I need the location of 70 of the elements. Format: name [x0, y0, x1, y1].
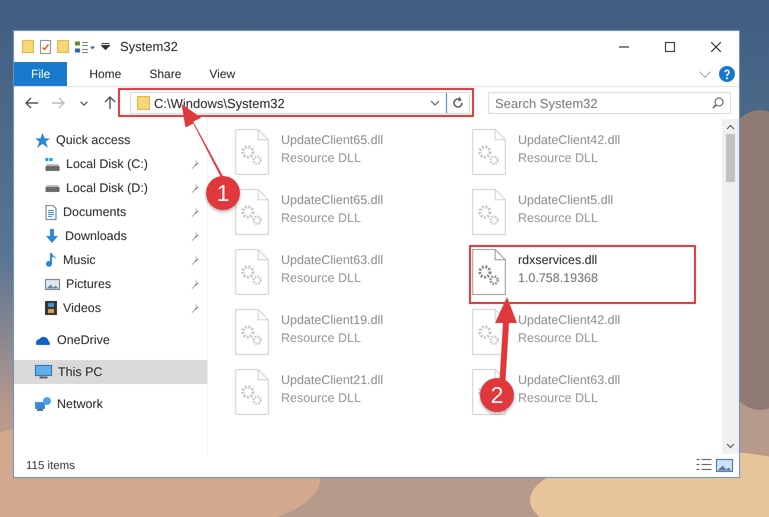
file-gears-icon: [472, 189, 506, 235]
sidebar-item[interactable]: Quick access: [14, 128, 207, 152]
sidebar-item[interactable]: Network: [14, 392, 207, 416]
sidebar-item[interactable]: This PC: [14, 360, 207, 384]
back-arrow-icon: [25, 97, 39, 109]
sidebar-item[interactable]: Local Disk (C:): [14, 152, 207, 176]
sidebar-item[interactable]: Pictures: [14, 272, 207, 296]
sidebar-item[interactable]: Music: [14, 248, 207, 272]
file-detail: Resource DLL: [518, 391, 599, 405]
scroll-up-icon[interactable]: [726, 124, 735, 130]
folder-icon: [137, 96, 150, 110]
computer-icon: [35, 365, 52, 379]
file-detail: Resource DLL: [281, 391, 362, 405]
drive-icon: [45, 158, 60, 170]
file-detail: Resource DLL: [518, 151, 599, 165]
item-count: 115 items: [26, 460, 76, 472]
file-gears-icon: [235, 249, 269, 295]
up-arrow-icon: [104, 96, 116, 110]
maximize-icon: [665, 42, 675, 52]
ribbon-tab[interactable]: View: [195, 62, 250, 86]
download-icon: [45, 229, 59, 243]
ribbon-tab[interactable]: Share: [135, 62, 196, 86]
customize-toolbar-icon[interactable]: [101, 43, 110, 50]
search-icon: [712, 97, 724, 109]
file-gears-icon: [235, 309, 269, 355]
details-view-icon[interactable]: [696, 459, 712, 470]
document-icon: [45, 204, 57, 220]
file-gears-icon: [235, 189, 269, 235]
file-detail: Resource DLL: [518, 331, 599, 345]
pictures-icon: [45, 278, 60, 290]
properties-icon[interactable]: [40, 40, 51, 54]
file-gears-icon: [472, 249, 506, 295]
file-name[interactable]: rdxservices.dll: [518, 253, 598, 267]
file-gears-icon: [235, 369, 269, 415]
ribbon-tab[interactable]: Home: [75, 62, 136, 86]
minimize-icon: [619, 46, 629, 48]
file-tab[interactable]: File: [14, 62, 68, 86]
large-icons-view-icon[interactable]: [716, 459, 733, 472]
close-icon: [711, 42, 721, 52]
view-menu-icon[interactable]: [75, 40, 95, 52]
star-icon: [35, 132, 50, 148]
sidebar-item[interactable]: Videos: [14, 296, 207, 320]
scroll-down-icon[interactable]: [726, 443, 735, 449]
file-gears-icon: [472, 129, 506, 175]
music-note-icon: [45, 252, 57, 268]
file-detail: Resource DLL: [281, 211, 362, 225]
sidebar-item[interactable]: Documents: [14, 200, 207, 224]
search-field[interactable]: Search System32: [488, 92, 731, 114]
caret-icon: [80, 100, 88, 106]
sidebar-item[interactable]: Local Disk (D:): [14, 176, 207, 200]
dropdown-icon[interactable]: [430, 100, 440, 106]
drive-icon: [45, 184, 60, 192]
file-detail: Resource DLL: [281, 151, 362, 165]
help-icon[interactable]: [719, 66, 735, 82]
window-title: System32: [120, 39, 178, 54]
film-icon: [45, 301, 57, 315]
file-detail: Resource DLL: [281, 271, 362, 285]
file-detail: 1.0.758.19368: [518, 271, 598, 285]
address-bar[interactable]: C:\Windows\System32: [130, 92, 470, 114]
file-gears-icon: [235, 129, 269, 175]
sidebar-item[interactable]: Downloads: [14, 224, 207, 248]
forward-arrow-icon: [51, 97, 65, 109]
chevron-down-icon[interactable]: [699, 70, 711, 78]
sidebar-item[interactable]: OneDrive: [14, 328, 207, 352]
file-detail: Resource DLL: [518, 211, 599, 225]
network-icon: [35, 397, 51, 411]
file-detail: Resource DLL: [281, 331, 362, 345]
scrollbar[interactable]: [722, 119, 739, 454]
cloud-icon: [35, 335, 51, 345]
scroll-thumb[interactable]: [726, 134, 735, 182]
